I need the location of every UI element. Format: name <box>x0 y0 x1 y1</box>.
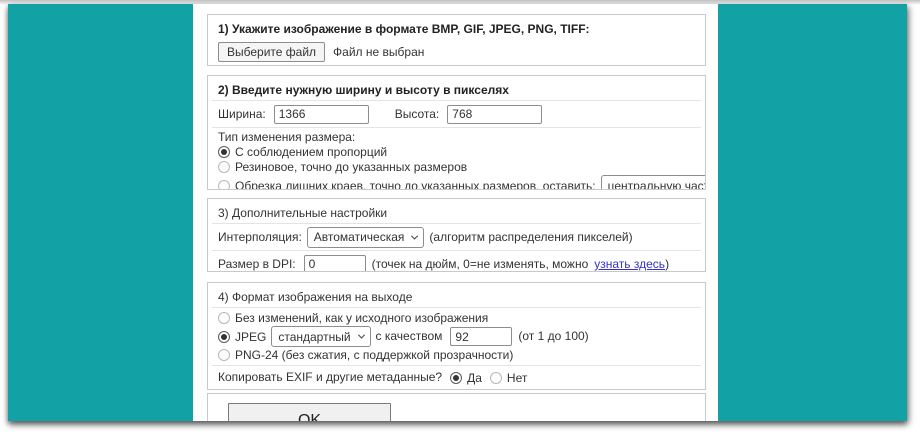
section-output-title: 4) Формат изображения на выходе <box>218 290 695 304</box>
resize-option-stretch[interactable]: Резиновое, точно до указанных размеров <box>218 160 695 174</box>
output-option-label: Без изменений, как у исходного изображен… <box>235 311 488 325</box>
crop-part-select-value: центральную часть <box>608 179 706 191</box>
file-status-text: Файл не выбран <box>333 45 424 59</box>
jpeg-quality-label: с качеством <box>376 330 443 343</box>
section-dimensions: 2) Введите нужную ширину и высоту в пикс… <box>207 75 706 190</box>
section-upload-title: 1) Укажите изображение в формате BMP, GI… <box>218 22 695 36</box>
resize-option-label: Резиновое, точно до указанных размеров <box>235 160 467 174</box>
exif-label: Копировать EXIF и другие метаданные? <box>218 371 442 384</box>
dimensions-inputs-row: Ширина: Высота: <box>218 104 695 124</box>
ok-button[interactable]: OK <box>228 403 391 421</box>
exif-no-label: Нет <box>507 371 527 385</box>
jpeg-preset-select[interactable]: стандартный <box>271 326 370 347</box>
section-output: 4) Формат изображения на выходе Без изме… <box>207 282 706 390</box>
output-option-label: JPEG <box>235 330 266 344</box>
dpi-hint: (точек на дюйм, 0=не изменять, можно <box>372 258 589 271</box>
output-option-jpeg[interactable]: JPEG стандартный с качеством (от 1 до 10… <box>218 326 695 347</box>
dpi-hint-close: ) <box>665 258 669 271</box>
dpi-label: Размер в DPI: <box>218 258 296 271</box>
chevron-down-icon <box>358 332 365 339</box>
section-dimensions-title: 2) Введите нужную ширину и высоту в пикс… <box>218 83 695 97</box>
divider <box>212 100 701 101</box>
width-input[interactable] <box>274 105 369 124</box>
exif-row: Копировать EXIF и другие метаданные? Да … <box>218 369 695 386</box>
radio-button-icon[interactable] <box>218 312 230 324</box>
dpi-learn-more-link[interactable]: узнать здесь <box>594 257 665 271</box>
dpi-row: Размер в DPI: (точек на дюйм, 0=не измен… <box>218 254 695 272</box>
jpeg-quality-input[interactable] <box>450 327 512 346</box>
height-input[interactable] <box>447 105 542 124</box>
radio-button-icon[interactable] <box>218 161 230 173</box>
section-advanced: 3) Дополнительные настройки Интерполяция… <box>207 198 706 272</box>
radio-button-icon[interactable] <box>218 180 230 191</box>
exif-yes-label: Да <box>467 371 482 385</box>
divider <box>212 365 701 366</box>
divider <box>212 250 701 251</box>
interpolation-hint: (алгоритм распределения пикселей) <box>429 231 632 244</box>
content-column: 1) Укажите изображение в формате BMP, GI… <box>193 4 718 421</box>
resize-option-label: Обрезка лишних краев, точно до указанных… <box>235 179 596 191</box>
divider <box>212 127 701 128</box>
interpolation-select[interactable]: Автоматическая <box>307 227 425 248</box>
resize-tool-page: 1) Укажите изображение в формате BMP, GI… <box>8 4 907 421</box>
divider <box>212 307 701 308</box>
section-submit: OK <box>207 393 706 421</box>
section-upload: 1) Укажите изображение в формате BMP, GI… <box>207 14 706 66</box>
crop-part-select[interactable]: центральную часть <box>601 175 706 190</box>
radio-button-icon[interactable] <box>218 331 230 343</box>
interpolation-row: Интерполяция: Автоматическая (алгоритм р… <box>218 227 695 247</box>
resize-type-label: Тип изменения размера: <box>218 131 695 144</box>
radio-button-icon[interactable] <box>218 349 230 361</box>
resize-option-crop[interactable]: Обрезка лишних краев, точно до указанных… <box>218 175 695 190</box>
divider <box>212 223 701 224</box>
choose-file-button[interactable]: Выберите файл <box>218 42 325 62</box>
output-option-label: PNG-24 (без сжатия, с поддержкой прозрач… <box>235 348 513 362</box>
chevron-down-icon <box>411 232 418 239</box>
dpi-input[interactable] <box>304 255 366 273</box>
output-option-png24[interactable]: PNG-24 (без сжатия, с поддержкой прозрач… <box>218 348 695 362</box>
section-advanced-title: 3) Дополнительные настройки <box>218 206 695 220</box>
resize-option-label: С соблюдением пропорций <box>235 145 387 159</box>
width-label: Ширина: <box>218 108 266 121</box>
exif-yes-radio-icon[interactable] <box>450 372 462 384</box>
resize-option-proportional[interactable]: С соблюдением пропорций <box>218 145 695 159</box>
file-input-row: Выберите файл Файл не выбран <box>218 42 695 62</box>
jpeg-preset-select-value: стандартный <box>278 330 350 344</box>
height-label: Высота: <box>395 108 440 121</box>
jpeg-quality-hint: (от 1 до 100) <box>518 330 588 343</box>
exif-no-radio-icon[interactable] <box>490 372 502 384</box>
interpolation-select-value: Автоматическая <box>314 230 405 244</box>
interpolation-label: Интерполяция: <box>218 231 302 244</box>
radio-button-icon[interactable] <box>218 146 230 158</box>
output-option-unchanged[interactable]: Без изменений, как у исходного изображен… <box>218 311 695 325</box>
